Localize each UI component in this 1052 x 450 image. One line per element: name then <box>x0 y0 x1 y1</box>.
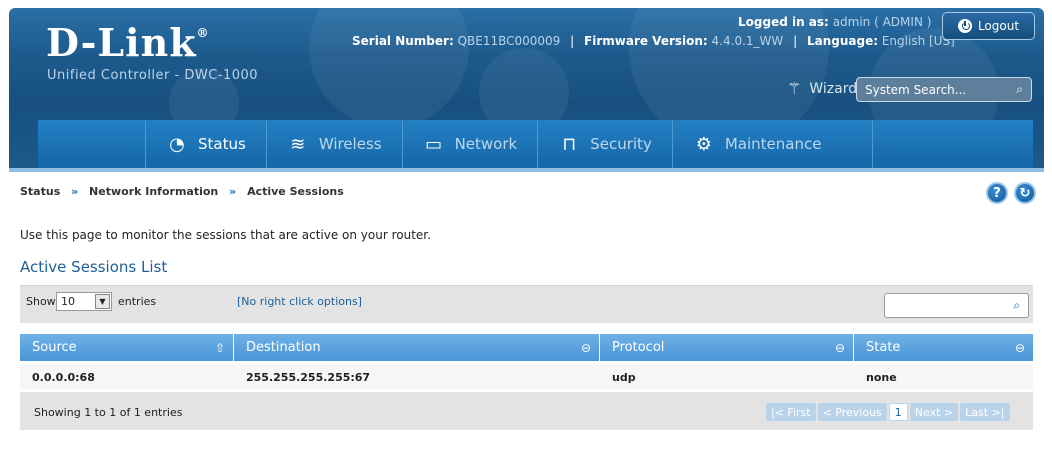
help-button[interactable]: ? <box>986 182 1008 204</box>
logged-in-label: Logged in as: <box>738 15 829 29</box>
refresh-button[interactable]: ↻ <box>1014 182 1036 204</box>
next-page-button[interactable]: Next > <box>909 403 959 421</box>
column-state[interactable]: State ⊖ <box>854 334 1033 361</box>
monitor-icon: ▭ <box>425 133 443 155</box>
system-search-input[interactable]: System Search... ⌕ <box>856 77 1032 102</box>
first-page-button[interactable]: |< First <box>766 403 816 421</box>
next-icon: > <box>940 405 954 419</box>
device-info: Serial Number: QBE11BC000009 | Firmware … <box>352 34 955 48</box>
pagination: |< First < Previous 1 Next > Last >| <box>766 403 1010 421</box>
cell-source: 0.0.0.0:68 <box>32 370 95 384</box>
nav-network[interactable]: ▭ Network <box>403 120 539 168</box>
lock-icon: ⊓ <box>562 133 577 155</box>
table-header: Source ⇧ Destination ⊖ Protocol ⊖ State ⊖ <box>20 334 1033 361</box>
nav-status[interactable]: ◔ Status <box>146 120 267 168</box>
product-subtitle: Unified Controller - DWC-1000 <box>47 68 259 83</box>
breadcrumb-network-info[interactable]: Network Information <box>89 185 218 198</box>
firmware-value: 4.4.0.1_WW <box>711 34 784 48</box>
firmware-label: Firmware Version: <box>584 34 708 48</box>
table-info: Showing 1 to 1 of 1 entries <box>34 406 183 419</box>
logged-in-info: Logged in as: admin ( ADMIN ) <box>738 15 931 29</box>
nav-security[interactable]: ⊓ Security <box>538 120 673 168</box>
column-protocol[interactable]: Protocol ⊖ <box>600 334 854 361</box>
column-destination[interactable]: Destination ⊖ <box>234 334 600 361</box>
show-label: Show <box>26 295 56 308</box>
dashboard-icon: ◔ <box>169 133 185 155</box>
table-toolbar <box>20 285 1033 323</box>
nav-divider <box>9 168 1044 172</box>
gears-icon: ⚙ <box>695 133 712 155</box>
table-row: 0.0.0.0:68 255.255.255.255:67 udp none <box>20 364 1033 390</box>
logout-button[interactable]: Logout <box>942 12 1035 40</box>
breadcrumb: Status » Network Information » Active Se… <box>20 185 344 198</box>
sort-icon: ⊖ <box>834 340 845 355</box>
page-number-button[interactable]: 1 <box>888 403 908 421</box>
nav-wireless[interactable]: ≋ Wireless <box>267 120 403 168</box>
previous-page-button[interactable]: < Previous <box>817 403 887 421</box>
dropdown-arrow-icon: ▼ <box>95 294 110 309</box>
column-source[interactable]: Source ⇧ <box>20 334 234 361</box>
breadcrumb-active-sessions: Active Sessions <box>247 185 344 198</box>
wifi-icon: ≋ <box>290 133 306 155</box>
wizard-link[interactable]: ⚚ Wizard <box>787 79 857 98</box>
entries-label: entries <box>118 295 157 308</box>
dlink-logo: D-Link® <box>46 20 210 65</box>
section-title: Active Sessions List <box>20 258 168 276</box>
context-note: [No right click options] <box>237 295 362 308</box>
first-icon: |< <box>771 405 788 419</box>
search-icon: ⌕ <box>1013 298 1020 312</box>
main-nav: ◔ Status ≋ Wireless ▭ Network ⊓ Security… <box>38 120 1033 168</box>
magic-wand-icon: ⚚ <box>787 79 802 98</box>
sort-asc-icon: ⇧ <box>214 340 225 355</box>
cell-protocol: udp <box>612 370 636 384</box>
page-description: Use this page to monitor the sessions th… <box>20 228 431 242</box>
serial-label: Serial Number: <box>352 34 454 48</box>
logged-in-user: admin ( ADMIN ) <box>832 15 932 29</box>
entries-per-page-select[interactable]: 10 ▼ <box>56 292 112 311</box>
cell-destination: 255.255.255.255:67 <box>246 370 371 384</box>
refresh-icon: ↻ <box>1019 185 1031 201</box>
serial-value: QBE11BC000009 <box>457 34 561 48</box>
table-search-input[interactable]: ⌕ <box>884 293 1029 318</box>
sort-icon: ⊖ <box>1014 340 1025 355</box>
last-page-button[interactable]: Last >| <box>960 403 1010 421</box>
cell-state: none <box>866 370 897 384</box>
power-icon <box>957 19 972 33</box>
sort-icon: ⊖ <box>580 340 591 355</box>
language-label: Language: <box>806 34 879 48</box>
nav-maintenance[interactable]: ⚙ Maintenance <box>673 120 873 168</box>
last-icon: >| <box>988 405 1005 419</box>
search-icon: ⌕ <box>1016 82 1023 96</box>
prev-icon: < <box>822 405 836 419</box>
breadcrumb-status[interactable]: Status <box>20 185 60 198</box>
